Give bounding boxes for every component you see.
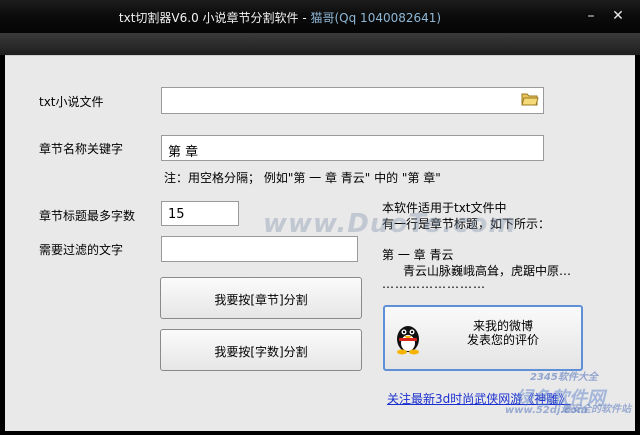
title-separator: -: [298, 11, 311, 25]
example-title: 第 一 章 青云: [382, 248, 454, 262]
file-label: txt小说文件: [39, 95, 104, 109]
example-dots: ……………………: [382, 277, 486, 291]
window-title: txt切割器V6.0 小说章节分割软件 - 猫哥(Qq 1040082641): [0, 9, 560, 26]
keyword-note: 注：用空格分隔； 例如"第 一 章 青云" 中的 "第 章": [164, 171, 441, 185]
keyword-value: 第 章: [168, 145, 199, 160]
file-path-field[interactable]: [161, 87, 544, 114]
split-by-chars-label: 我要按[字数]分割: [214, 345, 308, 359]
keyword-label: 章节名称关键字: [39, 142, 124, 156]
close-button[interactable]: ✕: [608, 6, 628, 26]
weibo-button[interactable]: 来我的微博 发表您的评价: [383, 305, 583, 371]
watermark-corner-1: 2345软件大全: [530, 372, 598, 383]
weibo-line-1: 来我的微博: [472, 319, 533, 333]
title-author: 猫哥(Qq 1040082641): [310, 11, 442, 25]
filter-label: 需要过滤的文字: [39, 243, 124, 257]
title-bar: txt切割器V6.0 小说章节分割软件 - 猫哥(Qq 1040082641) …: [0, 0, 640, 33]
title-text: txt切割器V6.0 小说章节分割软件: [118, 11, 299, 25]
split-by-chars-button[interactable]: 我要按[字数]分割: [160, 329, 362, 371]
split-by-chapter-button[interactable]: 我要按[章节]分割: [160, 277, 362, 319]
main-panel: txt小说文件 章节名称关键字 第 章 注：用空格分隔； 例如"第 一 章 青云…: [5, 55, 635, 431]
maxlen-value: 15: [168, 207, 185, 222]
weibo-line-2: 发表您的评价: [466, 333, 539, 347]
minimize-button[interactable]: –: [581, 6, 601, 26]
filter-field[interactable]: [161, 236, 358, 262]
close-icon: ✕: [612, 8, 624, 24]
menu-strip: [0, 33, 640, 55]
split-by-chapter-label: 我要按[章节]分割: [214, 293, 308, 307]
maxlen-label: 章节标题最多字数: [39, 209, 136, 223]
maxlen-field[interactable]: 15: [161, 201, 239, 226]
minimize-icon: –: [587, 8, 595, 24]
watermark-corner-4: 最安全的软件站: [561, 404, 631, 415]
keyword-field[interactable]: 第 章: [161, 135, 544, 161]
qq-penguin-icon: [397, 326, 419, 355]
watermark-center: www.DuoTe.com: [263, 209, 517, 239]
folder-icon[interactable]: [521, 92, 539, 106]
